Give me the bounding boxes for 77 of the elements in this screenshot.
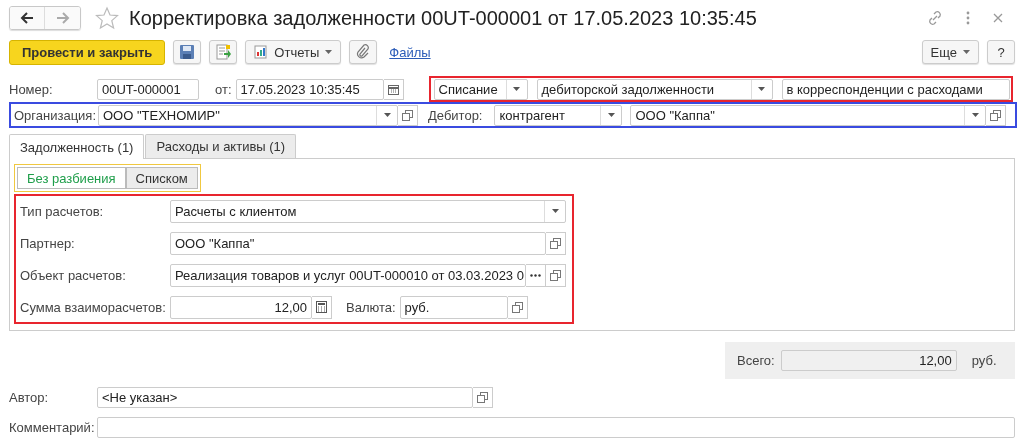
total-label: Всего: xyxy=(737,353,775,368)
left-arrow-icon xyxy=(20,12,34,24)
chart-document-icon xyxy=(254,45,269,59)
select-button[interactable] xyxy=(526,263,546,287)
open-button[interactable] xyxy=(546,263,566,287)
operation-dropdown[interactable]: Списание xyxy=(433,78,528,100)
open-window-icon xyxy=(550,237,561,249)
caret-icon xyxy=(551,209,559,213)
caret-icon xyxy=(972,113,979,117)
document-arrow-icon xyxy=(215,44,232,60)
star-icon[interactable] xyxy=(95,6,119,30)
open-button[interactable] xyxy=(986,104,1007,126)
settlement-type-label: Тип расчетов: xyxy=(20,203,105,219)
author-field[interactable]: <Не указан> xyxy=(97,386,473,408)
calculator-button[interactable] xyxy=(312,295,332,319)
paperclip-icon xyxy=(356,44,371,60)
open-window-icon xyxy=(550,269,561,281)
open-window-icon xyxy=(402,109,413,121)
calendar-button[interactable] xyxy=(383,78,404,100)
view-option-button[interactable]: Списком xyxy=(125,167,198,189)
date-field[interactable]: 17.05.2023 10:35:45 xyxy=(235,78,384,100)
more-button[interactable]: Еще xyxy=(921,40,979,64)
amount-label: Сумма взаиморасчетов: xyxy=(20,299,167,315)
help-button[interactable]: ? xyxy=(987,40,1015,64)
caret-icon xyxy=(325,50,333,54)
operation-dropdown[interactable]: дебиторской задолженности xyxy=(536,78,773,100)
caret-icon xyxy=(513,87,520,91)
operation-field[interactable]: в корреспонденции с расходами xyxy=(781,78,1010,100)
comment-label: Комментарий: xyxy=(9,419,96,435)
view-option-button[interactable]: Без разбиения xyxy=(17,167,126,189)
settlement-type-dropdown[interactable]: Расчеты с клиентом xyxy=(170,199,566,223)
link-icon[interactable] xyxy=(927,10,943,26)
comment-field[interactable] xyxy=(97,416,1015,438)
debtor-dropdown[interactable]: ООО "Каппа" xyxy=(630,104,987,126)
files-link[interactable]: Файлы xyxy=(389,44,431,60)
open-window-icon xyxy=(477,391,488,403)
partner-field[interactable]: ООО "Каппа" xyxy=(170,231,546,255)
calculator-icon xyxy=(316,301,327,313)
ellipsis-icon xyxy=(530,273,541,277)
author-label: Автор: xyxy=(9,389,50,405)
amount-field[interactable]: 12,00 xyxy=(170,295,312,319)
caret-icon xyxy=(383,113,391,117)
currency-field[interactable]: руб. xyxy=(399,295,508,319)
open-window-icon xyxy=(511,301,523,313)
open-button[interactable] xyxy=(473,386,493,408)
caret-icon xyxy=(608,113,615,117)
window-title: Корректировка задолженности 00UT-000001 от 17.05.2023 10:35:45 xyxy=(129,6,757,30)
currency-label: Валюта: xyxy=(346,299,396,315)
more-icon[interactable] xyxy=(965,11,971,25)
debtor-label: Дебитор: xyxy=(428,107,483,123)
attach-button[interactable] xyxy=(349,40,378,64)
settlement-object-label: Объект расчетов: xyxy=(20,267,127,283)
save-button[interactable] xyxy=(173,40,202,64)
reports-button[interactable]: Отчеты xyxy=(245,40,342,64)
total-field: 12,00 xyxy=(780,350,957,371)
organization-label: Организация: xyxy=(13,107,98,123)
number-label: Номер: xyxy=(9,81,54,97)
calendar-icon xyxy=(387,83,399,95)
date-label: от: xyxy=(215,81,232,97)
total-currency: руб. xyxy=(971,353,997,368)
open-button[interactable] xyxy=(546,231,566,255)
tab[interactable]: Расходы и активы (1) xyxy=(145,134,297,158)
open-button[interactable] xyxy=(398,104,418,126)
back-button[interactable] xyxy=(10,7,45,29)
close-icon[interactable] xyxy=(993,13,1003,23)
open-button[interactable] xyxy=(507,295,528,319)
number-field[interactable]: 00UT-000001 xyxy=(97,78,199,100)
tab[interactable]: Задолженность (1) xyxy=(9,134,145,159)
organization-dropdown[interactable]: ООО "ТЕХНОМИР" xyxy=(98,104,398,126)
debtor-type-dropdown[interactable]: контрагент xyxy=(494,104,623,126)
post-and-close-button[interactable]: Провести и закрыть xyxy=(9,39,166,65)
caret-icon xyxy=(758,87,765,91)
right-arrow-icon xyxy=(55,12,70,24)
open-window-icon xyxy=(990,109,1002,121)
caret-icon xyxy=(963,50,970,54)
post-button[interactable] xyxy=(209,40,238,64)
partner-label: Партнер: xyxy=(20,235,76,251)
